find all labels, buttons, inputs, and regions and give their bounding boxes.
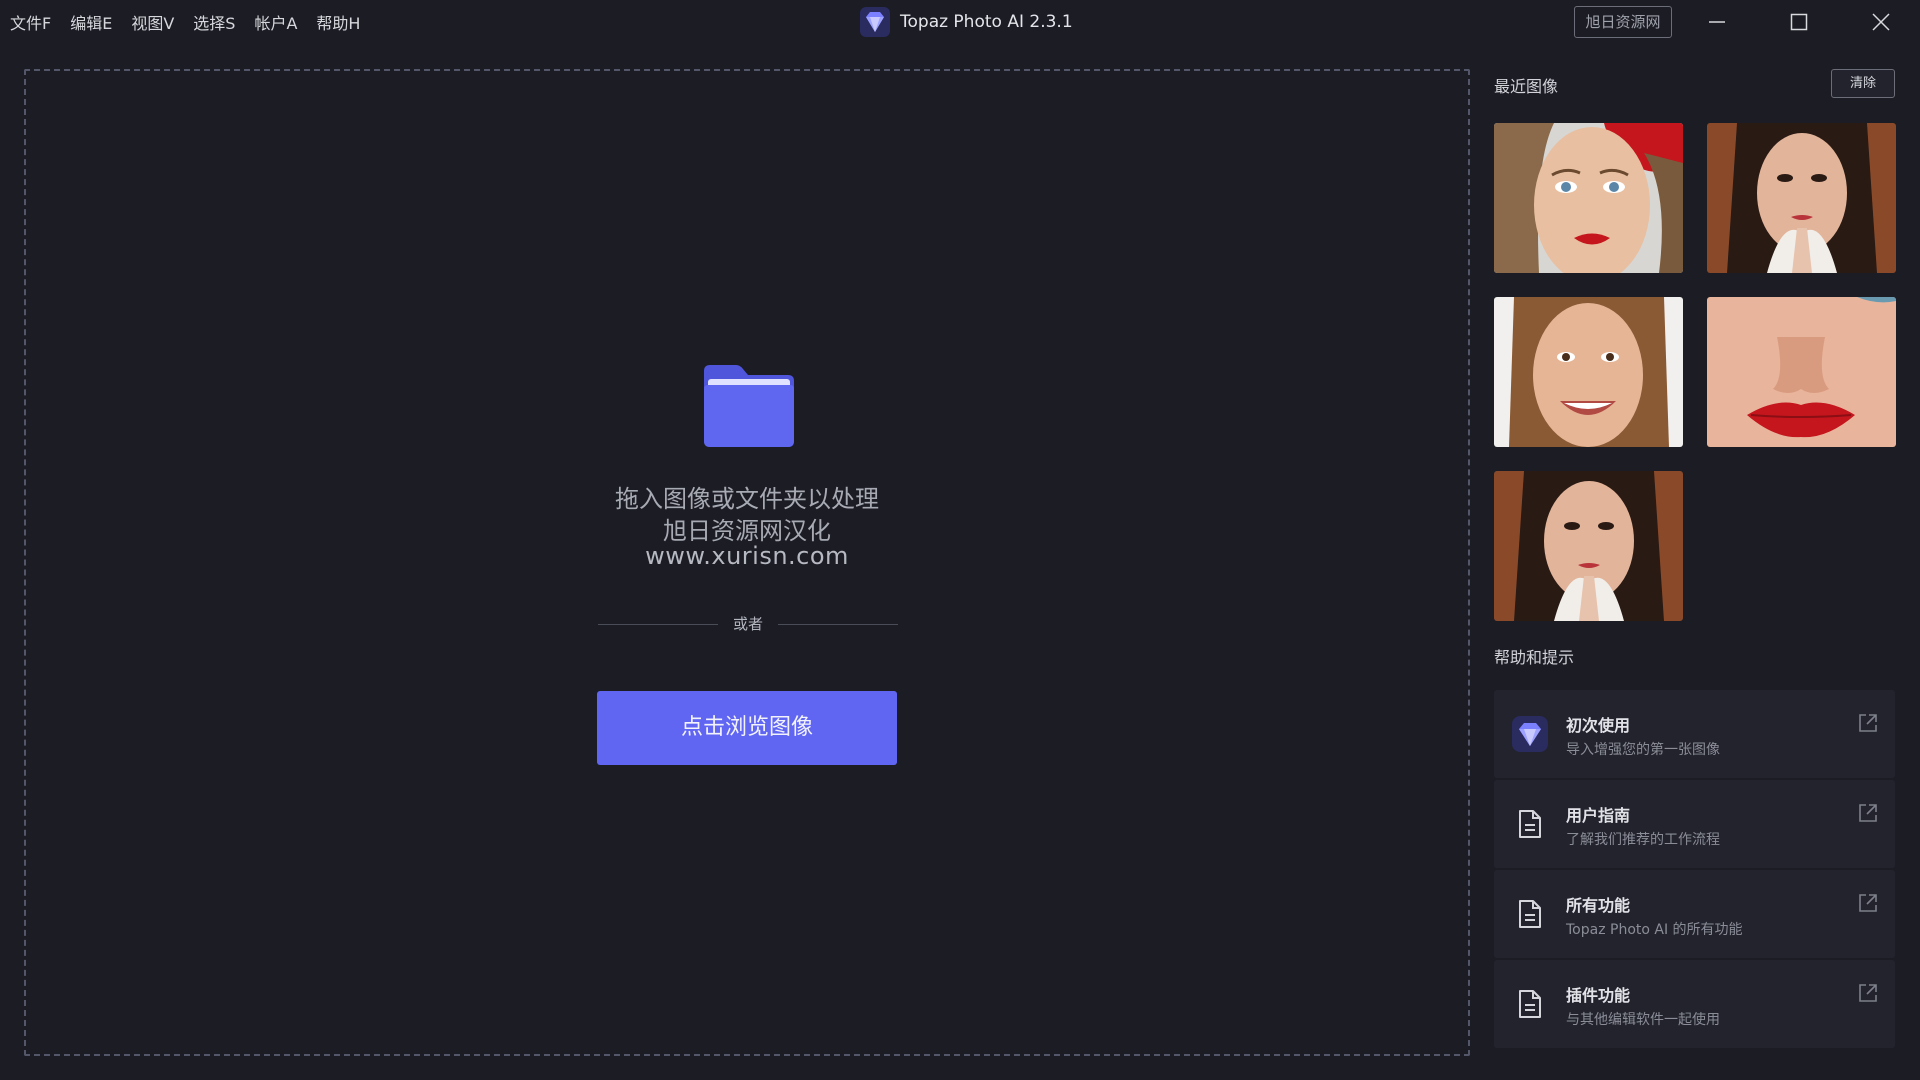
- help-card-all-features[interactable]: 所有功能 Topaz Photo AI 的所有功能: [1494, 870, 1895, 958]
- maximize-icon: [1790, 13, 1808, 31]
- help-tips-title: 帮助和提示: [1494, 648, 1575, 667]
- menu-account[interactable]: 帐户A: [254, 10, 297, 34]
- minimize-icon: [1709, 21, 1725, 23]
- drop-credit: 旭日资源网汉化: [663, 517, 831, 545]
- document-icon: [1510, 894, 1550, 934]
- site-button[interactable]: 旭日资源网: [1574, 6, 1672, 38]
- smiling-woman-photo: [1494, 297, 1683, 447]
- topaz-logo-icon: [1510, 714, 1550, 754]
- menu-bar: 文件F 编辑E 视图V 选择S 帐户A 帮助H: [10, 0, 379, 44]
- help-card-subtitle: Topaz Photo AI 的所有功能: [1566, 922, 1743, 938]
- recent-thumbnail[interactable]: [1494, 123, 1683, 273]
- help-card-title: 插件功能: [1566, 986, 1631, 1005]
- minimize-button[interactable]: [1695, 6, 1739, 38]
- recent-thumbnail[interactable]: [1494, 471, 1683, 621]
- maximize-button[interactable]: [1777, 6, 1821, 38]
- menu-view[interactable]: 视图V: [131, 10, 174, 34]
- woman-hands-lace-photo-2: [1494, 471, 1683, 621]
- close-button[interactable]: [1859, 6, 1903, 38]
- recent-images-title: 最近图像: [1494, 77, 1559, 96]
- help-card-subtitle: 与其他编辑软件一起使用: [1566, 1012, 1720, 1028]
- red-lips-closeup-photo: [1707, 297, 1896, 447]
- help-card-subtitle: 了解我们推荐的工作流程: [1566, 832, 1720, 848]
- woman-hands-lace-photo: [1707, 123, 1896, 273]
- menu-file[interactable]: 文件F: [10, 10, 51, 34]
- recent-thumbnail[interactable]: [1707, 297, 1896, 447]
- or-divider: 或者: [598, 612, 898, 636]
- menu-edit[interactable]: 编辑E: [70, 10, 112, 34]
- help-card-title: 初次使用: [1566, 716, 1631, 735]
- external-link-icon: [1859, 984, 1877, 1002]
- browse-images-button[interactable]: 点击浏览图像: [597, 691, 897, 765]
- document-icon: [1510, 984, 1550, 1024]
- divider-line: [778, 624, 898, 625]
- app-title: Topaz Photo AI 2.3.1: [860, 7, 1073, 37]
- title-bar: 文件F 编辑E 视图V 选择S 帐户A 帮助H Topaz Photo AI 2…: [0, 0, 1920, 44]
- clear-recent-button[interactable]: 清除: [1831, 69, 1895, 98]
- help-card-user-guide[interactable]: 用户指南 了解我们推荐的工作流程: [1494, 780, 1895, 868]
- recent-thumbnail[interactable]: [1494, 297, 1683, 447]
- help-card-getting-started[interactable]: 初次使用 导入增强您的第一张图像: [1494, 690, 1895, 778]
- external-link-icon: [1859, 894, 1877, 912]
- drop-zone[interactable]: 拖入图像或文件夹以处理 旭日资源网汉化 www.xurisn.com 或者 点击…: [24, 69, 1470, 1056]
- help-card-subtitle: 导入增强您的第一张图像: [1566, 742, 1720, 758]
- drop-instruction: 拖入图像或文件夹以处理: [615, 485, 879, 513]
- menu-help[interactable]: 帮助H: [316, 10, 360, 34]
- app-title-text: Topaz Photo AI 2.3.1: [900, 12, 1073, 32]
- recent-thumbnail[interactable]: [1707, 123, 1896, 273]
- folder-icon: [704, 365, 794, 447]
- app-window: 文件F 编辑E 视图V 选择S 帐户A 帮助H Topaz Photo AI 2…: [0, 0, 1920, 1080]
- menu-select[interactable]: 选择S: [193, 10, 235, 34]
- help-card-title: 用户指南: [1566, 806, 1631, 825]
- external-link-icon: [1859, 714, 1877, 732]
- document-icon: [1510, 804, 1550, 844]
- help-card-plugins[interactable]: 插件功能 与其他编辑软件一起使用: [1494, 960, 1895, 1048]
- drop-url: www.xurisn.com: [645, 542, 849, 570]
- close-icon: [1872, 13, 1890, 31]
- help-card-title: 所有功能: [1566, 896, 1631, 915]
- external-link-icon: [1859, 804, 1877, 822]
- woman-red-beret-photo: [1494, 123, 1683, 273]
- topaz-logo-icon: [860, 7, 890, 37]
